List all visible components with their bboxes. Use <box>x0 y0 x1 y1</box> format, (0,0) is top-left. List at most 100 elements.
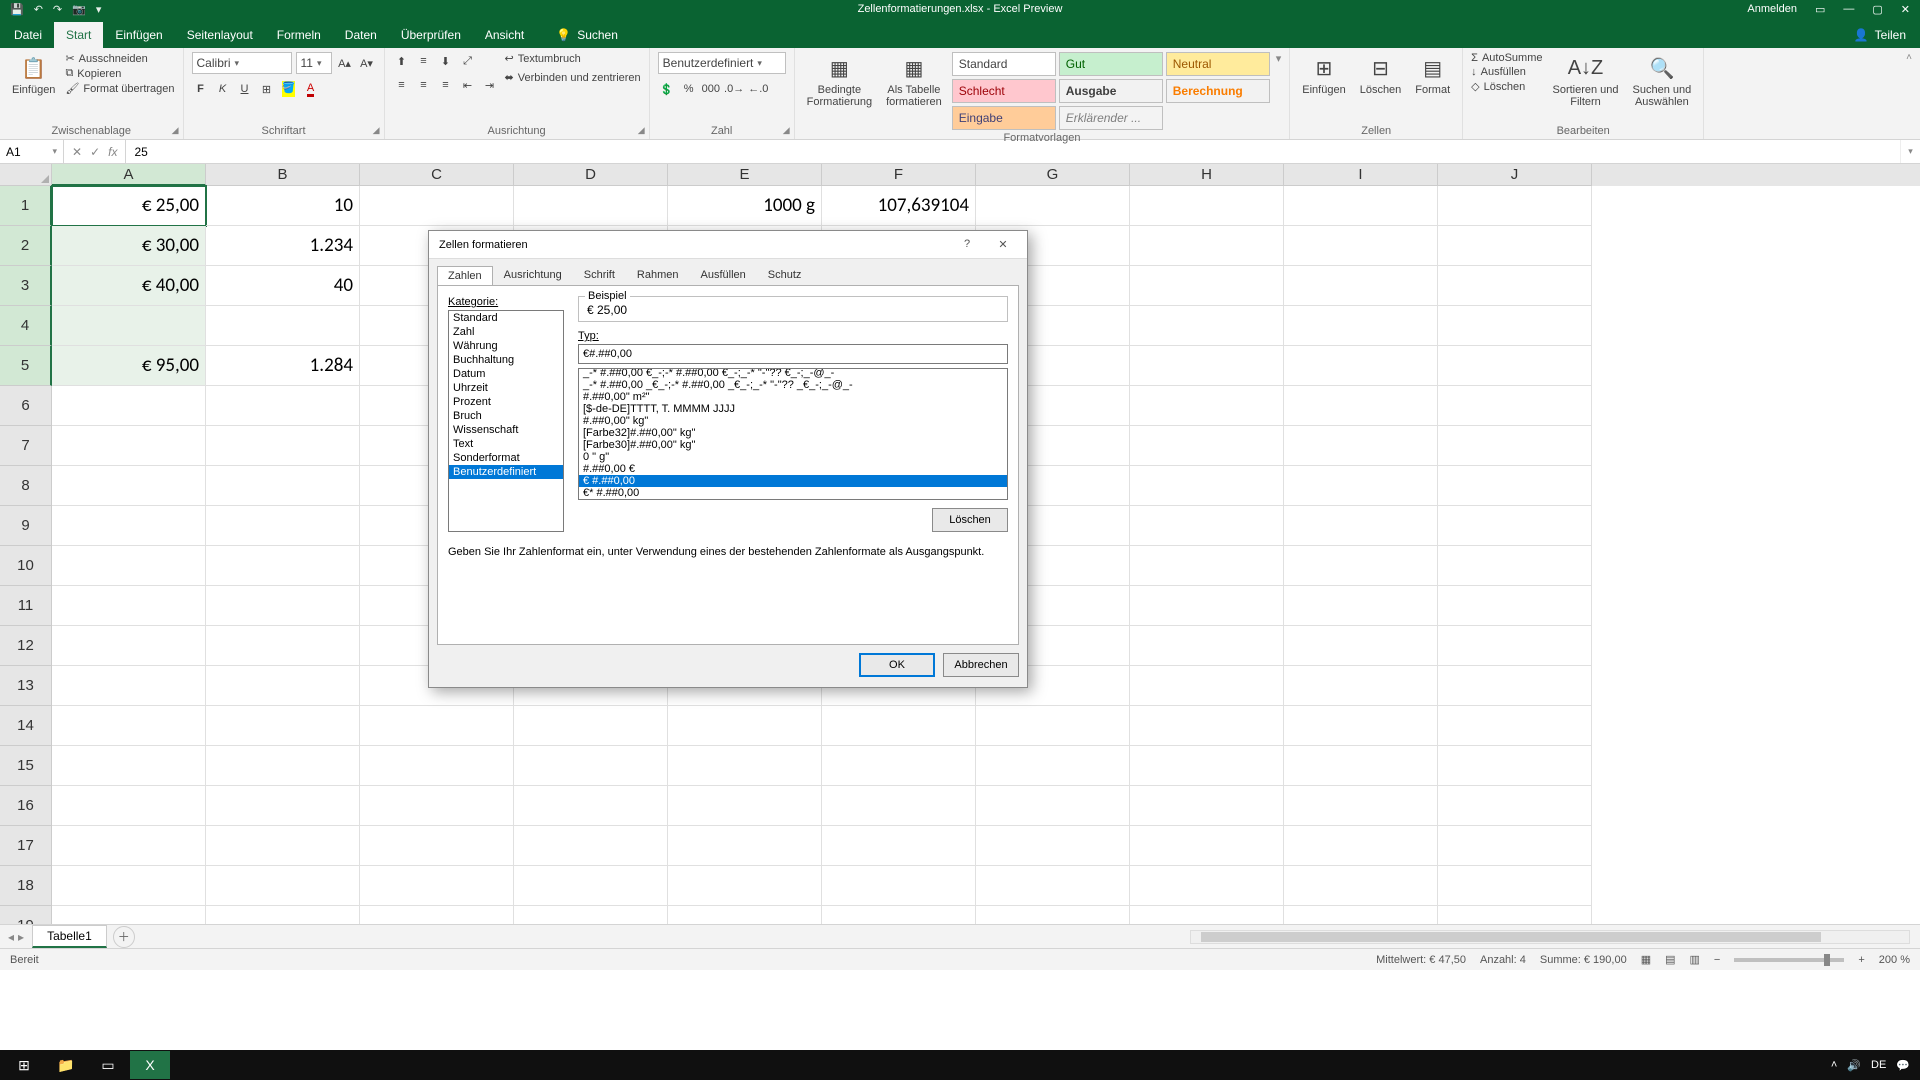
cell[interactable] <box>1284 746 1438 786</box>
autosum-button[interactable]: ΣAutoSumme <box>1471 52 1542 64</box>
dialog-tab[interactable]: Ausfüllen <box>690 265 757 285</box>
align-launcher-icon[interactable]: ◢ <box>638 125 645 136</box>
cell[interactable] <box>976 746 1130 786</box>
cell[interactable] <box>1130 506 1284 546</box>
bold-button[interactable]: F <box>192 80 210 98</box>
cell[interactable] <box>1284 906 1438 924</box>
cell[interactable] <box>668 866 822 906</box>
cell[interactable] <box>360 906 514 924</box>
cell[interactable] <box>514 826 668 866</box>
category-item[interactable]: Benutzerdefiniert <box>449 465 563 479</box>
row-header[interactable]: 9 <box>0 506 52 546</box>
align-center-icon[interactable]: ≡ <box>415 76 433 94</box>
column-header[interactable]: D <box>514 164 668 186</box>
italic-button[interactable]: K <box>214 80 232 98</box>
cell[interactable] <box>1130 866 1284 906</box>
tab-einfuegen[interactable]: Einfügen <box>103 22 174 48</box>
cell-style-ausgabe[interactable]: Ausgabe <box>1059 79 1163 103</box>
select-all-corner[interactable] <box>0 164 52 186</box>
cell[interactable] <box>52 826 206 866</box>
cell[interactable] <box>1284 826 1438 866</box>
increase-decimal-icon[interactable]: .0→ <box>724 80 744 98</box>
indent-icon[interactable]: ⇥ <box>481 76 499 94</box>
cell-style-gut[interactable]: Gut <box>1059 52 1163 76</box>
cell[interactable] <box>822 746 976 786</box>
cell[interactable] <box>1438 506 1592 546</box>
paste-button[interactable]: 📋Einfügen <box>8 52 59 98</box>
underline-button[interactable]: U <box>236 80 254 98</box>
cell[interactable] <box>822 786 976 826</box>
cell[interactable] <box>668 826 822 866</box>
row-header[interactable]: 6 <box>0 386 52 426</box>
cell[interactable] <box>206 706 360 746</box>
cell[interactable] <box>1130 906 1284 924</box>
cell[interactable] <box>976 706 1130 746</box>
cell[interactable] <box>52 906 206 924</box>
cell[interactable] <box>668 746 822 786</box>
tab-daten[interactable]: Daten <box>333 22 389 48</box>
cell[interactable] <box>1284 706 1438 746</box>
column-header[interactable]: G <box>976 164 1130 186</box>
dialog-tab[interactable]: Schrift <box>573 265 626 285</box>
type-list-item[interactable]: [Farbe32]#.##0,00" kg" <box>579 427 1007 439</box>
type-list-item[interactable]: _-* #.##0,00 _€_-;-* #.##0,00 _€_-;_-* "… <box>579 379 1007 391</box>
cell[interactable] <box>52 746 206 786</box>
cell[interactable] <box>822 866 976 906</box>
orientation-icon[interactable]: ⤢ <box>459 52 477 70</box>
category-item[interactable]: Wissenschaft <box>449 423 563 437</box>
cell[interactable] <box>1130 626 1284 666</box>
signin-link[interactable]: Anmelden <box>1747 3 1797 16</box>
accounting-format-icon[interactable]: 💲 <box>658 80 676 98</box>
format-cells-button[interactable]: ▤Format <box>1411 52 1454 98</box>
cell[interactable] <box>206 626 360 666</box>
expand-formula-bar-icon[interactable]: ▾ <box>1900 140 1920 163</box>
type-list-item[interactable]: € #.##0,00 <box>579 475 1007 487</box>
cell[interactable] <box>360 826 514 866</box>
find-select-button[interactable]: 🔍Suchen und Auswählen <box>1629 52 1696 110</box>
cell[interactable] <box>206 426 360 466</box>
cell[interactable]: 1.284 <box>206 346 360 386</box>
type-listbox[interactable]: _-* #.##0,00 €_-;-* #.##0,00 €_-;_-* "-"… <box>578 368 1008 500</box>
cell[interactable] <box>1284 866 1438 906</box>
row-header[interactable]: 5 <box>0 346 52 386</box>
row-header[interactable]: 8 <box>0 466 52 506</box>
cell[interactable] <box>1438 386 1592 426</box>
tab-datei[interactable]: Datei <box>2 22 54 48</box>
column-header[interactable]: E <box>668 164 822 186</box>
category-item[interactable]: Standard <box>449 311 563 325</box>
cell[interactable] <box>822 906 976 924</box>
cell[interactable] <box>206 786 360 826</box>
qat-dropdown-icon[interactable]: ▾ <box>96 3 102 16</box>
cell[interactable] <box>206 666 360 706</box>
undo-icon[interactable]: ↶ <box>34 3 43 16</box>
cell[interactable] <box>1438 866 1592 906</box>
row-header[interactable]: 15 <box>0 746 52 786</box>
cell[interactable] <box>1438 826 1592 866</box>
maximize-icon[interactable]: ▢ <box>1872 3 1882 16</box>
column-header[interactable]: F <box>822 164 976 186</box>
cell[interactable] <box>1438 546 1592 586</box>
cell[interactable] <box>206 546 360 586</box>
enter-formula-icon[interactable]: ✓ <box>90 145 100 159</box>
cell[interactable]: € 30,00 <box>52 226 206 266</box>
zoom-slider[interactable] <box>1734 958 1844 962</box>
delete-cells-button[interactable]: ⊟Löschen <box>1356 52 1406 98</box>
tray-notifications-icon[interactable]: 💬 <box>1896 1059 1910 1072</box>
share-button[interactable]: 👤Teilen <box>1840 22 1920 48</box>
tell-me-search[interactable]: 💡Suchen <box>548 22 626 48</box>
cancel-formula-icon[interactable]: ✕ <box>72 145 82 159</box>
cell[interactable] <box>360 186 514 226</box>
category-listbox[interactable]: StandardZahlWährungBuchhaltungDatumUhrze… <box>448 310 564 532</box>
number-launcher-icon[interactable]: ◢ <box>783 125 790 136</box>
category-item[interactable]: Text <box>449 437 563 451</box>
tab-start[interactable]: Start <box>54 22 103 48</box>
view-pagebreak-icon[interactable]: ▥ <box>1690 953 1700 966</box>
cell[interactable] <box>1284 466 1438 506</box>
cell[interactable] <box>1130 266 1284 306</box>
cell[interactable] <box>822 826 976 866</box>
comma-format-icon[interactable]: 000 <box>702 80 720 98</box>
cell[interactable] <box>1130 786 1284 826</box>
row-header[interactable]: 16 <box>0 786 52 826</box>
cell[interactable] <box>1438 186 1592 226</box>
cell[interactable] <box>206 586 360 626</box>
